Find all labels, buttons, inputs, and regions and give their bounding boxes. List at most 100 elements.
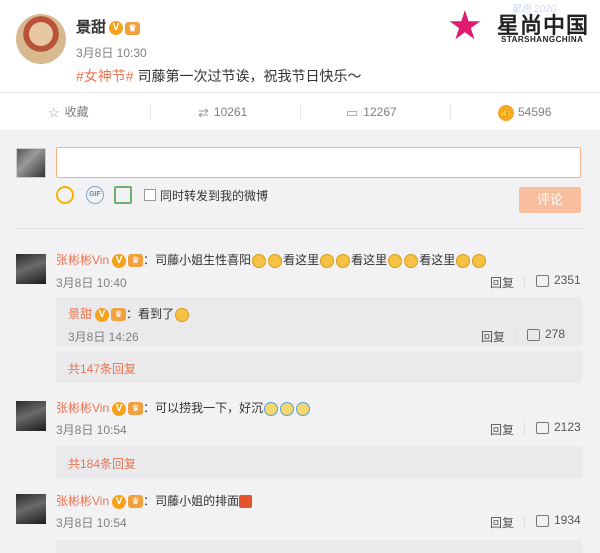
divider: [300, 104, 301, 120]
comment-body: ：看到了: [126, 307, 175, 321]
more-replies-bar: [56, 540, 582, 553]
post-body: 司藤第一次过节诶，祝我节日快乐～: [133, 68, 362, 84]
repost-icon: ⇄: [198, 104, 209, 120]
sub-reply: 景甜 V ♛ ：看到了 3月8日 14:26 回复 278: [56, 297, 582, 346]
commenter-avatar[interactable]: [16, 494, 46, 524]
submit-comment-button[interactable]: 评论: [519, 187, 581, 213]
sun-emoji-icon: [175, 307, 190, 322]
post-time[interactable]: 3月8日 10:30: [76, 44, 147, 61]
post-author[interactable]: 景甜 V ♛: [76, 16, 141, 37]
comment-like-button[interactable]: 2351: [536, 273, 581, 287]
more-replies-link[interactable]: 共184条回复: [68, 455, 136, 472]
favorite-button[interactable]: ☆ 收藏: [48, 93, 89, 131]
comment-time: 3月8日 10:40: [56, 276, 127, 290]
comment-text: 景甜 V ♛ ：看到了: [68, 305, 190, 322]
sun-emoji-icon: [336, 253, 351, 268]
divider: [524, 275, 525, 289]
post-text: #女神节# 司藤第一次过节诶，祝我节日快乐～: [76, 66, 361, 86]
commenter-avatar[interactable]: [16, 401, 46, 431]
divider: [450, 104, 451, 120]
laugh-cry-emoji-icon: [296, 401, 311, 416]
favorite-label: 收藏: [64, 105, 89, 119]
commenter-name[interactable]: 张彬彬Vin: [56, 494, 109, 508]
more-replies-link[interactable]: 共147条回复: [68, 360, 136, 377]
sun-emoji-icon: [456, 253, 471, 268]
repost-checkbox[interactable]: [144, 189, 156, 201]
comment-like-button[interactable]: 278: [527, 327, 565, 341]
vip-crown-icon: ♛: [128, 254, 144, 268]
verified-icon: V: [109, 21, 124, 36]
vip-crown-icon: ♛: [125, 21, 141, 35]
comment-like-button[interactable]: 2123: [536, 420, 581, 434]
star-logo-icon: ★: [447, 4, 483, 48]
thumbs-up-icon: 👍: [498, 104, 514, 121]
divider: [515, 329, 516, 343]
verified-icon: V: [112, 494, 127, 509]
comment-button[interactable]: ▭ 12267: [346, 93, 397, 131]
verified-icon: V: [112, 253, 127, 268]
verified-icon: V: [112, 401, 127, 416]
author-avatar[interactable]: [16, 14, 66, 64]
comment-like-count: 2123: [554, 420, 581, 434]
comment-like-button[interactable]: 1934: [536, 513, 581, 527]
author-name[interactable]: 景甜: [76, 19, 106, 36]
comment-text: 张彬彬Vin V ♛ ：司藤小姐的排面: [56, 492, 253, 509]
like-count: 54596: [518, 105, 552, 119]
comment-body: 看这里: [283, 253, 320, 267]
comment-body: 看这里: [419, 253, 456, 267]
commenter-name[interactable]: 张彬彬Vin: [56, 401, 109, 415]
logo-subtext: STARSHANGCHINA: [501, 35, 584, 44]
comment-text: 张彬彬Vin V ♛ ：司藤小姐生性喜阳 看这里 看这里 看这里: [56, 251, 487, 268]
comment-body: ：可以捞我一下，好沉: [143, 401, 264, 415]
comment-time: 3月8日 10:54: [56, 516, 127, 530]
repost-button[interactable]: ⇄ 10261: [198, 93, 247, 131]
emoji-icon[interactable]: [56, 186, 74, 204]
repost-count: 10261: [213, 105, 248, 119]
laugh-cry-emoji-icon: [280, 401, 295, 416]
vip-crown-icon: ♛: [128, 402, 144, 416]
divider: [16, 228, 584, 229]
sun-emoji-icon: [320, 253, 335, 268]
comment-icon: ▭: [346, 104, 359, 120]
commenter-name[interactable]: 张彬彬Vin: [56, 253, 109, 267]
reply-link[interactable]: 回复: [490, 421, 514, 438]
comment-body: ：司藤小姐的排面: [143, 494, 240, 508]
reply-link[interactable]: 回复: [490, 274, 514, 291]
thumbs-up-icon: [527, 328, 540, 341]
comment-input[interactable]: [56, 147, 581, 178]
thumbs-up-icon: [536, 514, 549, 527]
sun-emoji-icon: [472, 253, 487, 268]
reply-link[interactable]: 回复: [481, 328, 505, 345]
weibo-post: 景甜 V ♛ 3月8日 10:30 #女神节# 司藤第一次过节诶，祝我节日快乐～ ★…: [0, 0, 600, 92]
image-icon[interactable]: [114, 186, 132, 204]
divider: [524, 422, 525, 436]
divider: [150, 104, 151, 120]
thumbs-up-icon: [536, 421, 549, 434]
commenter-avatar[interactable]: [16, 254, 46, 284]
sun-emoji-icon: [268, 253, 283, 268]
sun-emoji-icon: [388, 253, 403, 268]
vip-crown-icon: ♛: [128, 495, 144, 509]
more-replies-bar: 共184条回复: [56, 446, 582, 478]
comment-body: 看这里: [351, 253, 388, 267]
comment-text: 张彬彬Vin V ♛ ：可以捞我一下，好沉: [56, 399, 311, 416]
watermark-logo: ★ 星尚 2020 星尚中国 STARSHANGCHINA: [445, 2, 597, 50]
thumbs-up-icon: [536, 274, 549, 287]
hashtag-link[interactable]: #女神节#: [76, 68, 134, 84]
commenter-name[interactable]: 景甜: [68, 307, 92, 321]
comment-like-count: 2351: [554, 273, 581, 287]
comment-time: 3月8日 14:26: [68, 330, 139, 344]
gif-icon[interactable]: GIF: [86, 186, 104, 204]
like-button[interactable]: 👍 54596: [498, 93, 551, 131]
reply-link[interactable]: 回复: [490, 514, 514, 531]
sun-emoji-icon: [404, 253, 419, 268]
divider: [524, 515, 525, 529]
my-avatar[interactable]: [16, 148, 46, 178]
star-icon: ☆: [48, 104, 60, 120]
sun-emoji-icon: [252, 253, 267, 268]
repost-checkbox-label[interactable]: 同时转发到我的微博: [160, 187, 268, 204]
vip-crown-icon: ♛: [111, 308, 127, 322]
comment-body: ：司藤小姐生性喜阳: [143, 253, 252, 267]
more-replies-bar: 共147条回复: [56, 351, 582, 383]
comment-like-count: 278: [545, 327, 566, 341]
